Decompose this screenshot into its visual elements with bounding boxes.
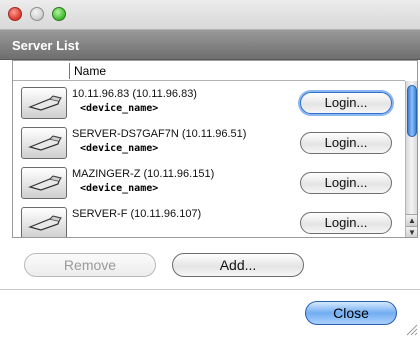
column-header[interactable]: Name <box>13 61 405 81</box>
device-icon <box>21 127 67 159</box>
login-button[interactable]: Login... <box>300 212 392 234</box>
scroll-down-arrow-icon[interactable]: ▼ <box>406 226 417 237</box>
zoom-window-icon[interactable] <box>52 7 66 21</box>
close-button[interactable]: Close <box>305 301 397 325</box>
device-name: <device_name> <box>80 183 159 194</box>
device-name: <device_name> <box>80 103 159 114</box>
login-button[interactable]: Login... <box>300 132 392 154</box>
login-button[interactable]: Login... <box>300 172 392 194</box>
remove-button[interactable]: Remove <box>24 253 156 277</box>
resize-grip-icon[interactable] <box>404 322 418 336</box>
title-bar <box>0 0 420 30</box>
close-window-icon[interactable] <box>8 7 22 21</box>
server-row[interactable]: SERVER-DS7GAF7N (10.11.96.51) <device_na… <box>13 121 405 161</box>
login-button[interactable]: Login... <box>300 92 392 114</box>
divider <box>0 289 420 290</box>
device-icon <box>21 87 67 119</box>
server-name: SERVER-DS7GAF7N (10.11.96.51) <box>72 128 247 140</box>
vertical-scrollbar[interactable]: ▲ ▼ <box>405 81 417 237</box>
server-row[interactable]: SERVER-F (10.11.96.107) Login... <box>13 201 405 237</box>
scroll-up-arrow-icon[interactable]: ▲ <box>406 214 417 226</box>
server-row[interactable]: 10.11.96.83 (10.11.96.83) <device_name> … <box>13 81 405 121</box>
column-separator <box>69 63 70 79</box>
scrollbar-thumb[interactable] <box>407 85 417 137</box>
device-icon <box>21 207 67 237</box>
device-icon <box>21 167 67 199</box>
server-name: SERVER-F (10.11.96.107) <box>72 208 202 220</box>
section-header: Server List <box>0 30 420 60</box>
minimize-window-icon[interactable] <box>30 7 44 21</box>
server-rows: 10.11.96.83 (10.11.96.83) <device_name> … <box>13 81 405 237</box>
server-name: MAZINGER-Z (10.11.96.151) <box>72 168 215 180</box>
add-button[interactable]: Add... <box>172 253 304 277</box>
section-title: Server List <box>12 38 80 53</box>
server-list: Name 10.11.96.83 (10.11.96.83) <device_n… <box>12 60 418 238</box>
server-row[interactable]: MAZINGER-Z (10.11.96.151) <device_name> … <box>13 161 405 201</box>
server-name: 10.11.96.83 (10.11.96.83) <box>72 88 197 100</box>
device-name: <device_name> <box>80 143 159 154</box>
column-header-name: Name <box>74 64 107 78</box>
